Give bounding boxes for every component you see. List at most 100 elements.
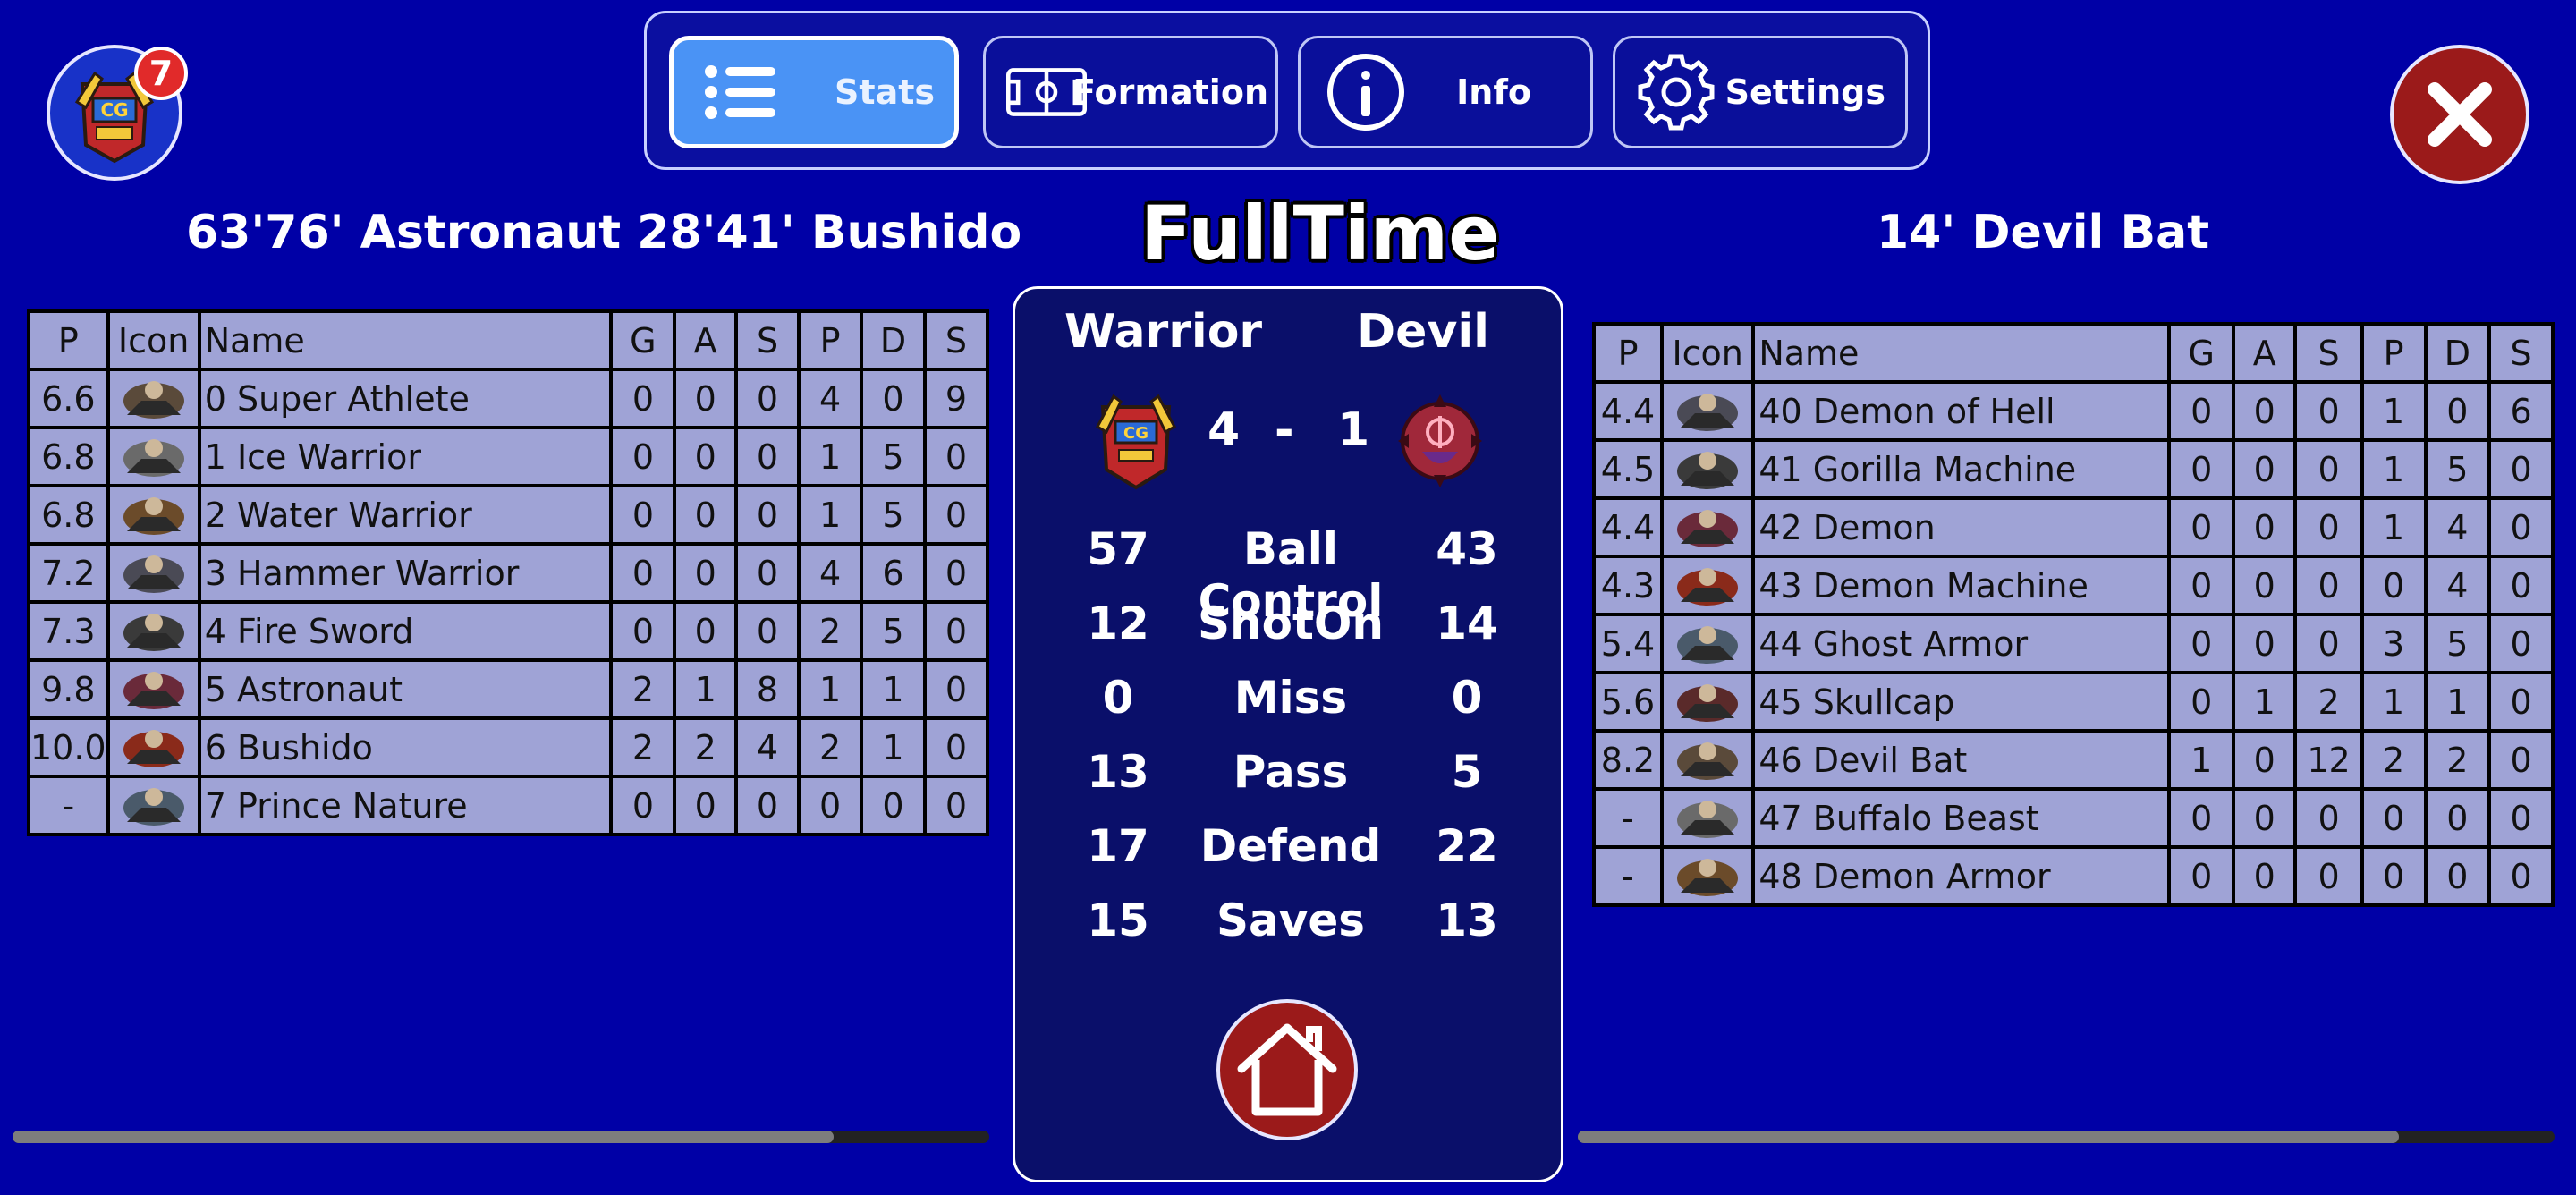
saves-cell: 0 [922, 775, 989, 836]
table-row[interactable]: -7 Prince Nature 0 0 0 0 0 0 [27, 775, 989, 836]
close-button[interactable] [2390, 45, 2529, 184]
table-row[interactable]: 4.5 41 Gorilla Machine 0 0 0 1 5 0 [1592, 438, 2555, 500]
defends-cell: 1 [2423, 671, 2492, 733]
away-stat-value: 0 [1451, 672, 1483, 724]
column-header[interactable]: D [2423, 322, 2492, 384]
home-scrollbar[interactable] [13, 1131, 989, 1143]
notification-badge: 7 [134, 47, 188, 100]
table-row[interactable]: 6.8 1 Ice Warrior 0 0 0 1 5 0 [27, 426, 989, 487]
player-portrait-icon [1677, 567, 1739, 606]
column-header[interactable]: Icon [1660, 322, 1756, 384]
table-row[interactable]: -48 Demon Armor 0 0 0 0 0 0 [1592, 845, 2555, 907]
portrait-cell [106, 600, 201, 662]
portrait-cell [1660, 380, 1756, 442]
column-header[interactable]: A [2232, 322, 2298, 384]
saves-cell: 0 [922, 426, 989, 487]
tab-formation[interactable]: Formation [983, 36, 1278, 148]
column-header[interactable]: Name [1751, 322, 2172, 384]
table-row[interactable]: 4.3 43 Demon Machine 0 0 0 0 4 0 [1592, 555, 2555, 616]
assists-cell: 1 [2232, 671, 2298, 733]
passes-cell: 0 [2360, 845, 2428, 907]
column-header[interactable]: P [2360, 322, 2428, 384]
column-header[interactable]: P [27, 309, 110, 371]
assists-cell: 0 [673, 775, 738, 836]
shots-cell: 8 [733, 658, 801, 720]
player-portrait-icon [123, 787, 184, 826]
column-header[interactable]: P [797, 309, 864, 371]
defends-cell: 5 [2423, 438, 2492, 500]
shots-cell: 0 [2293, 380, 2364, 442]
goals-cell: 0 [609, 368, 677, 429]
table-row[interactable]: 6.8 2 Water Warrior 0 0 0 1 5 0 [27, 484, 989, 546]
info-icon [1327, 54, 1404, 131]
portrait-cell [1660, 845, 1756, 907]
player-portrait-icon [123, 671, 184, 709]
table-row[interactable]: 4.4 42 Demon 0 0 0 1 4 0 [1592, 496, 2555, 558]
saves-cell: 0 [922, 542, 989, 604]
column-header[interactable]: Icon [106, 309, 201, 371]
match-stat-row: 13 Pass 5 [1015, 746, 1561, 809]
table-row[interactable]: 8.2 46 Devil Bat 1 0 12 2 2 0 [1592, 729, 2555, 791]
table-row[interactable]: 7.2 3 Hammer Warrior 0 0 0 4 6 0 [27, 542, 989, 604]
table-row[interactable]: 7.3 4 Fire Sword 0 0 0 2 5 0 [27, 600, 989, 662]
column-header[interactable]: P [1592, 322, 1665, 384]
column-header[interactable]: A [673, 309, 738, 371]
rating-cell: 6.6 [27, 368, 110, 429]
shots-cell: 0 [733, 484, 801, 546]
tab-stats[interactable]: Stats [669, 36, 959, 148]
svg-text:CG: CG [1123, 424, 1148, 443]
portrait-cell [1660, 671, 1756, 733]
table-row[interactable]: 5.6 45 Skullcap 0 1 2 1 1 0 [1592, 671, 2555, 733]
table-row[interactable]: 10.0 6 Bushido 2 2 4 2 1 0 [27, 716, 989, 778]
home-table-viewport[interactable]: P Icon Name G A S P D S 6.6 0 Super Athlete 0 0 0 4 0 9… [27, 309, 989, 882]
column-header[interactable]: S [2487, 322, 2555, 384]
defends-cell: 1 [860, 658, 927, 720]
column-header[interactable]: Name [197, 309, 614, 371]
shots-cell: 12 [2293, 729, 2364, 791]
match-stat-row: 15 Saves 13 [1015, 894, 1561, 957]
goals-cell: 0 [609, 484, 677, 546]
away-scrollbar[interactable] [1578, 1131, 2555, 1143]
home-button[interactable] [1216, 999, 1358, 1140]
table-row[interactable]: 6.6 0 Super Athlete 0 0 0 4 0 9 [27, 368, 989, 429]
table-row[interactable]: 5.4 44 Ghost Armor 0 0 0 3 5 0 [1592, 613, 2555, 674]
rating-cell: 8.2 [1592, 729, 1665, 791]
column-header[interactable]: G [2167, 322, 2236, 384]
tab-settings[interactable]: Settings [1613, 36, 1908, 148]
goals-cell: 1 [2167, 729, 2236, 791]
rating-cell: 6.8 [27, 426, 110, 487]
away-table-viewport[interactable]: P Icon Name G A S P D S 4.4 40 Demon of Hell 0 0 0 1 0… [1592, 322, 2555, 948]
defends-cell: 4 [2423, 555, 2492, 616]
home-crest-icon: CG [1096, 394, 1176, 490]
player-name-cell: 6 Bushido [197, 716, 614, 778]
goals-cell: 2 [609, 716, 677, 778]
shots-cell: 0 [2293, 555, 2364, 616]
saves-cell: 0 [2487, 613, 2555, 674]
away-scroll-thumb[interactable] [1578, 1131, 2399, 1143]
column-header[interactable]: G [609, 309, 677, 371]
rating-cell: 9.8 [27, 658, 110, 720]
passes-cell: 1 [797, 426, 864, 487]
player-name-cell: 41 Gorilla Machine [1751, 438, 2172, 500]
column-header[interactable]: S [922, 309, 989, 371]
shots-cell: 0 [2293, 438, 2364, 500]
shots-cell: 0 [733, 600, 801, 662]
home-scroll-thumb[interactable] [13, 1131, 834, 1143]
tab-formation-label: Formation [1072, 72, 1268, 112]
player-name-cell: 0 Super Athlete [197, 368, 614, 429]
away-stat-value: 22 [1436, 820, 1498, 872]
assists-cell: 1 [673, 658, 738, 720]
passes-cell: 1 [2360, 496, 2428, 558]
tab-bar: Stats Formation Info Settings [644, 11, 1930, 170]
portrait-cell [106, 716, 201, 778]
table-row[interactable]: 9.8 5 Astronaut 2 1 8 1 1 0 [27, 658, 989, 720]
column-header[interactable]: D [860, 309, 927, 371]
portrait-cell [106, 542, 201, 604]
table-row[interactable]: 4.4 40 Demon of Hell 0 0 0 1 0 6 [1592, 380, 2555, 442]
assists-cell: 0 [673, 368, 738, 429]
column-header[interactable]: S [2293, 322, 2364, 384]
tab-info[interactable]: Info [1298, 36, 1593, 148]
shots-cell: 4 [733, 716, 801, 778]
table-row[interactable]: -47 Buffalo Beast 0 0 0 0 0 0 [1592, 787, 2555, 849]
column-header[interactable]: S [733, 309, 801, 371]
